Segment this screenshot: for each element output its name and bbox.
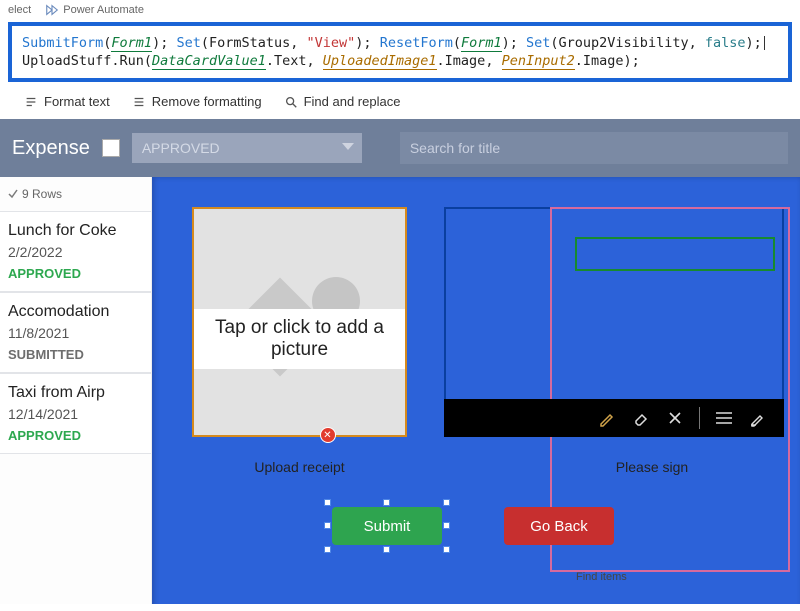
line-weight-icon[interactable] xyxy=(714,408,734,428)
clear-icon[interactable] xyxy=(665,408,685,428)
find-replace-label: Find and replace xyxy=(304,94,401,109)
flow-icon xyxy=(45,3,59,17)
list-item-status: APPROVED xyxy=(8,266,143,281)
add-picture-prompt: Tap or click to add a picture xyxy=(194,309,405,369)
app-canvas: Expense APPROVED Search for title 9 Rows… xyxy=(0,119,800,604)
text-cursor xyxy=(764,36,765,50)
format-text-label: Format text xyxy=(44,94,110,109)
upload-receipt-label: Upload receipt xyxy=(192,459,407,475)
list-item-title: Taxi from Airp xyxy=(8,384,143,402)
pen-settings-icon[interactable] xyxy=(748,408,768,428)
form-canvas[interactable]: Tap or click to add a picture ✕ Upload r… xyxy=(152,177,800,604)
list-item-date: 2/2/2022 xyxy=(8,244,143,260)
please-sign-label: Please sign xyxy=(552,459,752,475)
find-replace-button[interactable]: Find and replace xyxy=(284,94,401,109)
go-back-button[interactable]: Go Back xyxy=(504,507,614,545)
list-item-date: 11/8/2021 xyxy=(8,325,143,341)
list-item[interactable]: Taxi from Airp 12/14/2021 APPROVED xyxy=(0,373,151,454)
list-item-title: Accomodation xyxy=(8,303,143,321)
list-item[interactable]: Accomodation 11/8/2021 SUBMITTED xyxy=(0,292,151,373)
formula-bar-tools: Format text Remove formatting Find and r… xyxy=(0,88,800,119)
formula-bar[interactable]: SubmitForm(Form1); Set(FormStatus, "View… xyxy=(8,22,792,82)
formula-line-2: UploadStuff.Run(DataCardValue1.Text, Upl… xyxy=(22,52,778,70)
search-input[interactable]: Search for title xyxy=(400,132,788,164)
submit-button[interactable]: Submit xyxy=(332,507,442,545)
remove-formatting-button[interactable]: Remove formatting xyxy=(132,94,262,109)
app-header: Expense APPROVED Search for title xyxy=(0,119,800,177)
remove-formatting-label: Remove formatting xyxy=(152,94,262,109)
select-cmd[interactable]: elect xyxy=(8,4,31,16)
power-automate-cmd[interactable]: Power Automate xyxy=(45,3,144,17)
expense-list: 9 Rows Lunch for Coke 2/2/2022 APPROVED … xyxy=(0,177,152,604)
list-item[interactable]: Lunch for Coke 2/2/2022 APPROVED xyxy=(0,211,151,292)
search-placeholder: Search for title xyxy=(410,140,500,156)
toolbar-divider xyxy=(699,407,700,429)
ribbon-fragment: elect Power Automate xyxy=(0,0,800,20)
pen-draw-icon[interactable] xyxy=(597,408,617,428)
formula-line-1: SubmitForm(Form1); Set(FormStatus, "View… xyxy=(22,34,778,52)
list-item-status: APPROVED xyxy=(8,428,143,443)
search-icon xyxy=(284,95,298,109)
pen-toolbar xyxy=(444,399,784,437)
list-item-date: 12/14/2021 xyxy=(8,406,143,422)
status-dropdown[interactable]: APPROVED xyxy=(132,133,362,163)
list-item-title: Lunch for Coke xyxy=(8,222,143,240)
format-icon xyxy=(24,95,38,109)
eraser-icon[interactable] xyxy=(631,408,651,428)
add-picture-control[interactable]: Tap or click to add a picture ✕ xyxy=(192,207,407,437)
page-title: Expense xyxy=(12,137,90,160)
power-automate-label: Power Automate xyxy=(63,4,144,16)
signature-target-rect[interactable] xyxy=(575,237,775,271)
check-icon xyxy=(8,189,18,199)
find-items-label: Find items xyxy=(576,571,627,583)
status-dropdown-value: APPROVED xyxy=(142,140,220,156)
approved-checkbox[interactable] xyxy=(102,139,120,157)
delete-badge-icon[interactable]: ✕ xyxy=(320,427,336,443)
format-text-button[interactable]: Format text xyxy=(24,94,110,109)
remove-format-icon xyxy=(132,95,146,109)
list-item-status: SUBMITTED xyxy=(8,347,143,362)
row-count: 9 Rows xyxy=(0,177,151,211)
